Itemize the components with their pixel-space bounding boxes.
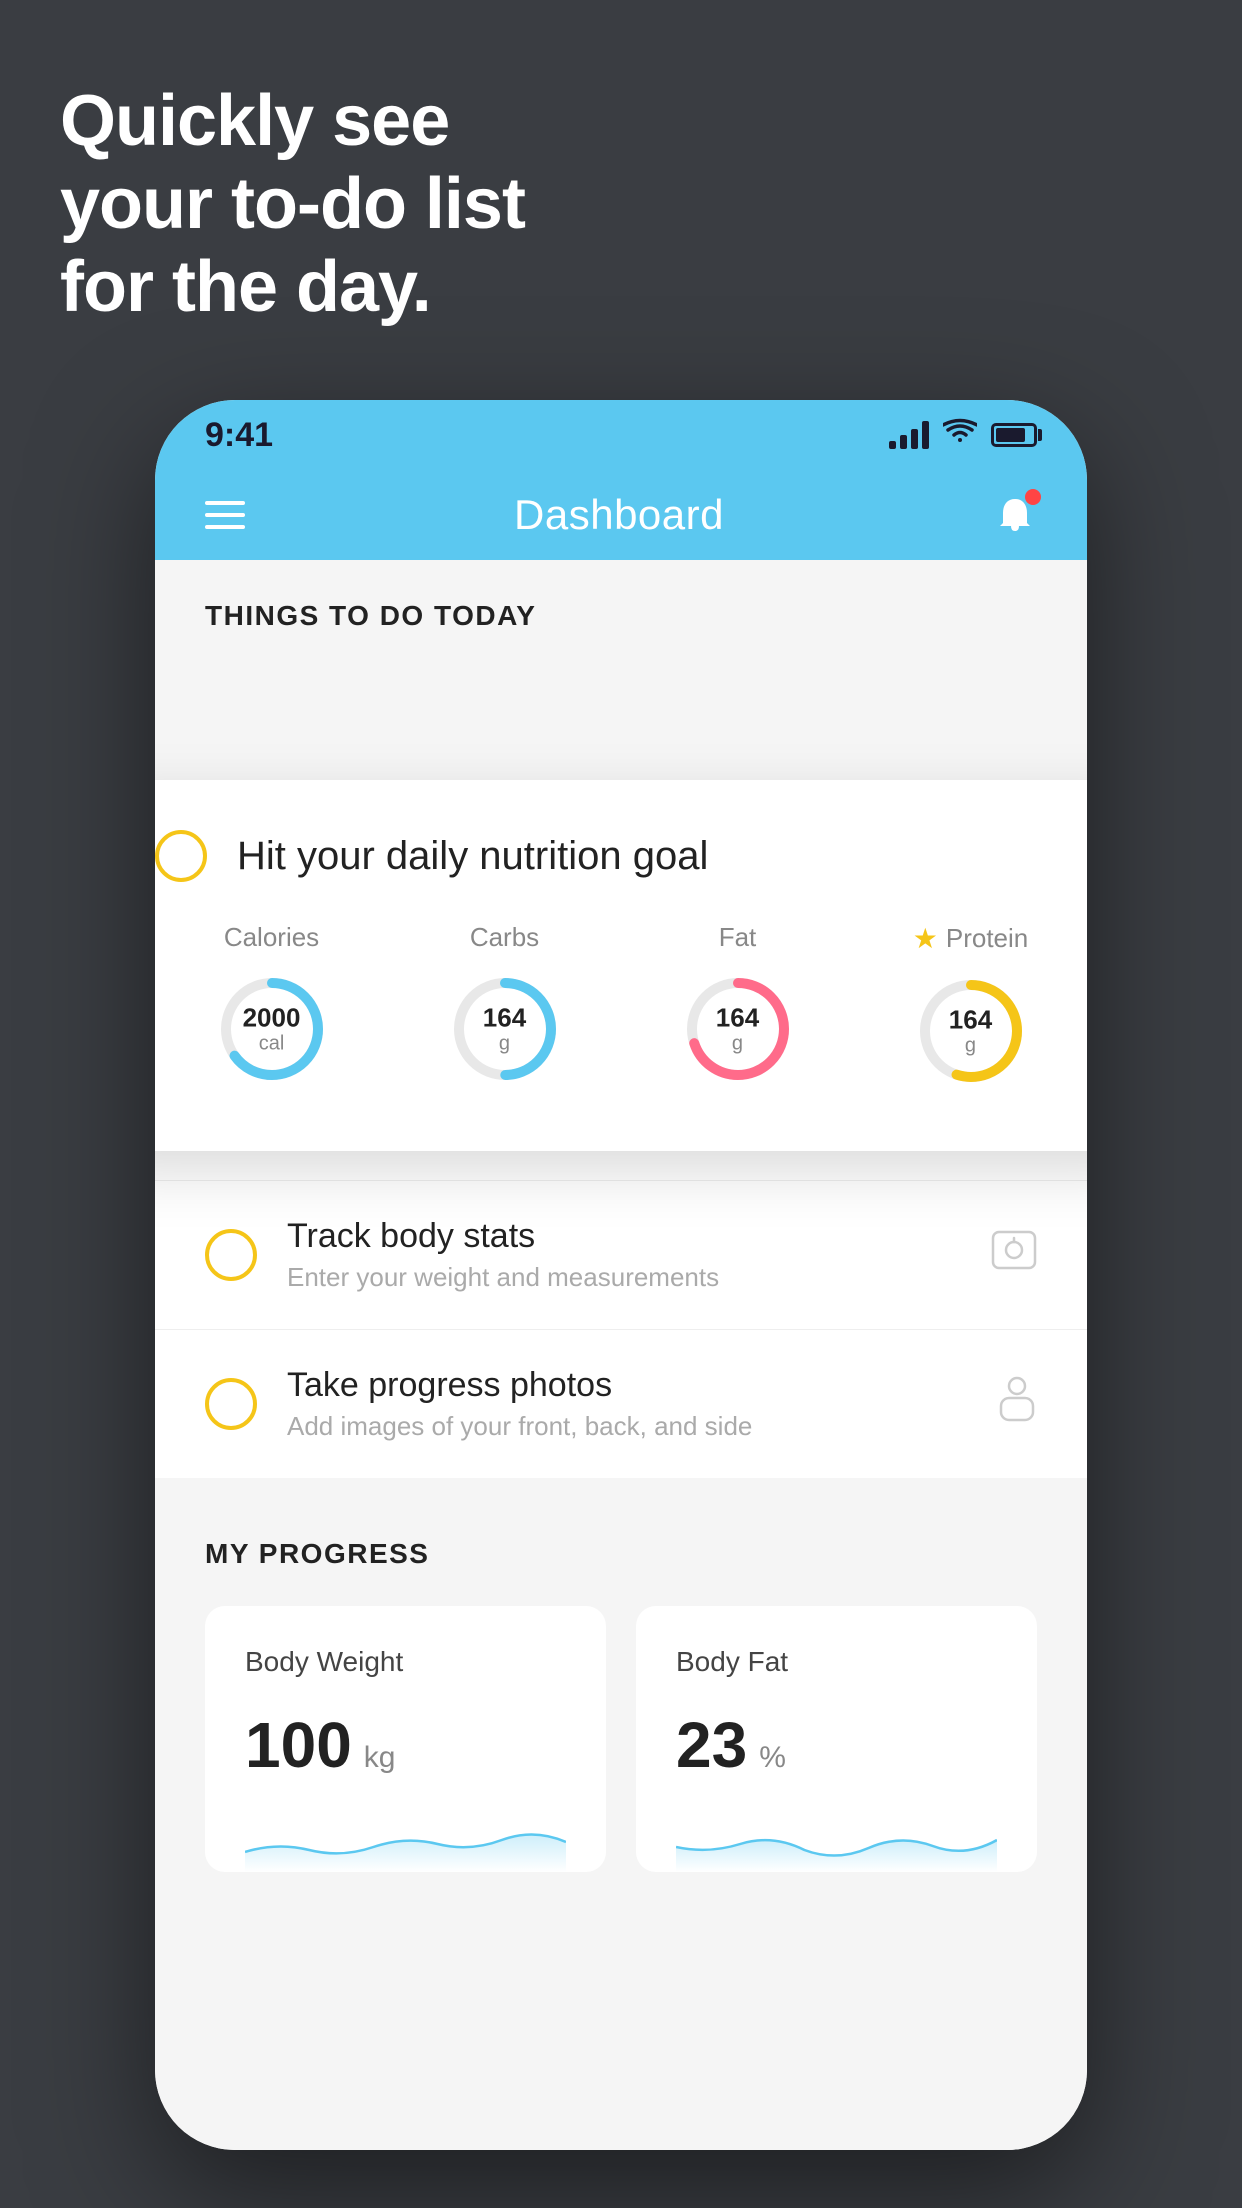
- protein-label: ★ Protein: [913, 922, 1029, 955]
- calories-donut: 2000 cal: [212, 969, 332, 1089]
- nutrition-item-protein: ★ Protein 164 g: [911, 922, 1031, 1091]
- phone-frame: 9:41: [155, 400, 1087, 2150]
- nutrition-item-fat: Fat 164 g: [678, 922, 798, 1089]
- app-content: THINGS TO DO TODAY Hit your daily nutrit…: [155, 560, 1087, 2150]
- notification-bell-icon[interactable]: [993, 493, 1037, 537]
- nutrition-checkbox[interactable]: [155, 830, 207, 882]
- things-section-title: THINGS TO DO TODAY: [205, 600, 1037, 632]
- signal-icon: [889, 421, 929, 449]
- status-time: 9:41: [205, 416, 273, 455]
- protein-star-icon: ★: [913, 922, 938, 955]
- nutrition-item-calories: Calories 2000 cal: [212, 922, 332, 1089]
- body-weight-value-row: 100 kg: [245, 1708, 566, 1782]
- wifi-icon: [943, 418, 977, 453]
- fat-value: 164 g: [716, 1004, 759, 1055]
- nutrition-row: Calories 2000 cal: [155, 922, 1087, 1091]
- menu-button[interactable]: [205, 501, 245, 529]
- carbs-donut: 164 g: [445, 969, 565, 1089]
- body-fat-value-row: 23 %: [676, 1708, 997, 1782]
- fat-label: Fat: [719, 922, 757, 953]
- nutrition-card-title: Hit your daily nutrition goal: [237, 834, 708, 879]
- body-weight-chart: [245, 1812, 566, 1872]
- app-header: Dashboard: [155, 470, 1087, 560]
- body-fat-card: Body Fat 23 %: [636, 1606, 1037, 1872]
- progress-photos-text: Take progress photos Add images of your …: [287, 1366, 967, 1442]
- phone-mockup: 9:41: [155, 400, 1087, 2150]
- body-stats-checkbox[interactable]: [205, 1229, 257, 1281]
- carbs-value: 164 g: [483, 1004, 526, 1055]
- todo-item-body-stats[interactable]: Track body stats Enter your weight and m…: [155, 1181, 1087, 1330]
- body-fat-card-title: Body Fat: [676, 1646, 997, 1678]
- carbs-label: Carbs: [470, 922, 539, 953]
- person-icon: [997, 1376, 1037, 1432]
- things-section: THINGS TO DO TODAY: [155, 560, 1087, 652]
- body-weight-card-title: Body Weight: [245, 1646, 566, 1678]
- calories-label: Calories: [224, 922, 319, 953]
- status-bar: 9:41: [155, 400, 1087, 470]
- body-weight-unit: kg: [364, 1741, 396, 1775]
- body-stats-sub: Enter your weight and measurements: [287, 1262, 961, 1293]
- protein-donut: 164 g: [911, 971, 1031, 1091]
- notification-dot: [1025, 489, 1041, 505]
- hero-text: Quickly see your to-do list for the day.: [60, 80, 525, 328]
- progress-section: MY PROGRESS Body Weight 100 kg: [155, 1478, 1087, 1912]
- nutrition-card: Hit your daily nutrition goal Calories: [155, 780, 1087, 1151]
- nutrition-card-header: Hit your daily nutrition goal: [155, 830, 1087, 882]
- progress-photos-sub: Add images of your front, back, and side: [287, 1411, 967, 1442]
- body-fat-value: 23: [676, 1708, 747, 1782]
- progress-title: MY PROGRESS: [205, 1538, 1037, 1570]
- battery-icon: [991, 423, 1037, 447]
- calories-value: 2000 cal: [243, 1004, 301, 1055]
- fat-donut: 164 g: [678, 969, 798, 1089]
- body-weight-value: 100: [245, 1708, 352, 1782]
- nutrition-item-carbs: Carbs 164 g: [445, 922, 565, 1089]
- body-fat-chart: [676, 1812, 997, 1872]
- progress-photos-name: Take progress photos: [287, 1366, 967, 1405]
- status-icons: [889, 418, 1037, 453]
- body-fat-unit: %: [759, 1741, 786, 1775]
- protein-value: 164 g: [949, 1006, 992, 1057]
- body-stats-name: Track body stats: [287, 1217, 961, 1256]
- body-weight-card: Body Weight 100 kg: [205, 1606, 606, 1872]
- progress-cards: Body Weight 100 kg: [205, 1606, 1037, 1872]
- progress-photos-checkbox[interactable]: [205, 1378, 257, 1430]
- todo-item-progress-photos[interactable]: Take progress photos Add images of your …: [155, 1330, 1087, 1478]
- body-stats-text: Track body stats Enter your weight and m…: [287, 1217, 961, 1293]
- header-title: Dashboard: [514, 491, 724, 539]
- scale-icon: [991, 1230, 1037, 1280]
